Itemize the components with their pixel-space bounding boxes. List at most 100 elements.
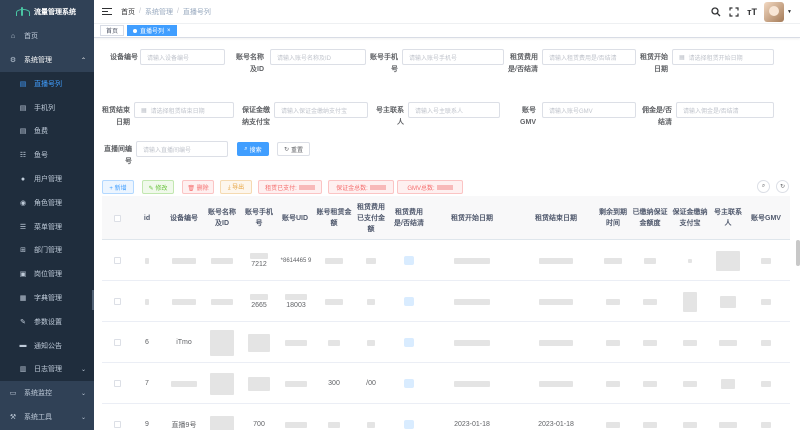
sidebar-item-tools[interactable]: ⚒ 系统工具 ⌄ — [0, 405, 94, 429]
header-actions: тT ▼ — [704, 2, 792, 22]
user-icon: ● — [20, 175, 26, 183]
tool-icon: ⚒ — [9, 414, 17, 422]
sidebar-item-roles[interactable]: ◉ 角色管理 — [0, 191, 94, 215]
status-tag — [404, 256, 414, 265]
main-content: 设备编号 请输入设备编号 账号名称及ID 请输入账号名称及ID 账号手机号 请输… — [94, 38, 800, 430]
table-row[interactable]: 9 直播9号 700 2023-01-18 2023-01-18 — [102, 404, 790, 430]
edit-icon: ✎ — [20, 318, 26, 326]
refresh-icon: ↻ — [283, 146, 289, 153]
hamburger-icon[interactable] — [102, 7, 112, 16]
field-deposit-alipay: 保证金缴纳支付宝 请输入保证金缴纳支付宝 — [238, 102, 368, 138]
search-icon[interactable] — [710, 6, 722, 18]
submenu-system: ▤ 直播号列 ▤ 手机列 ▤ 鱼费 ☷ 鱼号 ● 用户管理 ◉ 角色管理 ☰ 菜单管理 ⊞ 部门… — [0, 72, 94, 382]
owner-contact-input[interactable]: 请输入号主联系人 — [408, 102, 500, 118]
row-checkbox[interactable] — [102, 363, 132, 404]
sidebar-item-menus[interactable]: ☰ 菜单管理 — [0, 215, 94, 239]
field-live-room: 直播间编号 请输入直播间编号 — [94, 141, 234, 177]
calendar-icon: ▦ — [679, 54, 685, 61]
sidebar-item-live-accounts[interactable]: ▤ 直播号列 — [0, 72, 94, 96]
rent-settled-input[interactable]: 请输入租赁费用是/否结清 — [542, 49, 636, 65]
search-row-2: 租赁结束日期 ▦ 请选择租赁结束日期 保证金缴纳支付宝 请输入保证金缴纳支付宝 号… — [94, 102, 800, 138]
account-name-input[interactable]: 请输入账号名称及ID — [270, 49, 366, 65]
live-room-input[interactable]: 请输入直播间编号 — [136, 141, 228, 157]
sidebar-item-fish-account[interactable]: ☷ 鱼号 — [0, 143, 94, 167]
system-icon: ⚙ — [9, 57, 17, 64]
select-all-checkbox[interactable] — [102, 196, 132, 240]
sidebar-item-users[interactable]: ● 用户管理 — [0, 167, 94, 191]
status-tag — [404, 379, 414, 388]
table-row[interactable]: 6 iTmo — [102, 322, 790, 363]
rent-end-date-input[interactable]: ▦ 请选择租赁结束日期 — [134, 102, 234, 118]
chevron-down-icon: ⌄ — [80, 366, 86, 373]
font-size-icon[interactable]: тT — [746, 6, 758, 18]
sidebar-item-dict[interactable]: ▦ 字典管理 — [0, 286, 94, 310]
caret-down-icon[interactable]: ▼ — [787, 9, 792, 15]
sidebar-item-system[interactable]: ⚙ 系统管理 ⌃ — [0, 48, 94, 72]
delete-button[interactable]: 🗑 删除 — [182, 180, 214, 194]
sidebar-item-config[interactable]: ✎ 参数设置 — [0, 310, 94, 334]
home-icon: ⌂ — [10, 32, 16, 40]
row-checkbox[interactable] — [102, 322, 132, 363]
edit-button[interactable]: ✎ 修改 — [142, 180, 174, 194]
rent-start-date-input[interactable]: ▦ 请选择租赁开始日期 — [672, 49, 774, 65]
log-icon: ▥ — [19, 366, 27, 374]
avatar[interactable] — [764, 2, 785, 22]
sidebar-item-home[interactable]: ⌂ 首页 — [0, 24, 94, 48]
search-button[interactable]: ⌕ 搜索 — [237, 142, 269, 156]
tag-home[interactable]: 首页 — [100, 25, 125, 36]
row-checkbox[interactable] — [102, 240, 132, 281]
field-rent-settled: 租赁费用是/否结清 请输入租赁费用是/否结清 — [504, 49, 636, 85]
breadcrumb-home[interactable]: 首页 — [121, 7, 135, 17]
sidebar-item-fish-fee[interactable]: ▤ 鱼费 — [0, 120, 94, 144]
search-toggle-icon[interactable]: ⌕ — [757, 180, 770, 193]
list-icon: ☷ — [19, 152, 27, 160]
table-row[interactable]: 7 300 /00 — [102, 363, 790, 404]
gmv-total-badge: GMV总数: — [397, 180, 463, 194]
field-device-no: 设备编号 请输入设备编号 — [94, 49, 225, 85]
tag-live-accounts[interactable]: 直播号列 × — [127, 25, 177, 36]
monitor-icon: ▭ — [9, 390, 17, 398]
sidebar-item-monitor[interactable]: ▭ 系统监控 ⌄ — [0, 381, 94, 405]
navbar: 首页 / 系统管理 / 直播号列 тT ▼ — [94, 0, 800, 24]
rent-paid-badge: 租赁已支付: — [258, 180, 322, 194]
app-title: 流量管理系统 — [34, 9, 76, 16]
field-gmv: 账号GMV 请输入账号GMV — [504, 102, 636, 138]
sidebar-item-logs[interactable]: ▥ 日志管理 ⌄ — [0, 358, 94, 382]
fullscreen-icon[interactable] — [728, 6, 740, 18]
account-phone-input[interactable]: 请输入账号手机号 — [402, 49, 504, 65]
search-row-1: 设备编号 请输入设备编号 账号名称及ID 请输入账号名称及ID 账号手机号 请输… — [94, 49, 800, 85]
close-icon[interactable]: × — [167, 28, 171, 34]
refresh-icon[interactable]: ↻ — [776, 180, 789, 193]
data-table: id 设备编号 账号名称及ID 账号手机号 账号UID 账号租赁金额 租赁费用已… — [102, 196, 790, 430]
dict-icon: ▦ — [19, 295, 27, 303]
row-checkbox[interactable] — [102, 404, 132, 430]
sidebar-item-phones[interactable]: ▤ 手机列 — [0, 96, 94, 120]
search-icon: ⌕ — [244, 145, 248, 152]
table-row[interactable]: 2665 18003 — [102, 281, 790, 322]
device-no-input[interactable]: 请输入设备编号 — [140, 49, 225, 65]
sidebar-item-depts[interactable]: ⊞ 部门管理 — [0, 239, 94, 263]
menu-icon: ☰ — [19, 223, 27, 231]
commission-settled-input[interactable]: 请输入佣金是/否结清 — [676, 102, 774, 118]
table-row[interactable]: 7212 *8614465 9 — [102, 240, 790, 281]
active-dot-icon — [133, 28, 138, 33]
row-checkbox[interactable] — [102, 281, 132, 322]
add-button[interactable]: + 新增 — [102, 180, 134, 194]
sidebar-item-posts[interactable]: ▣ 岗位管理 — [0, 262, 94, 286]
field-account-phone: 账号手机号 请输入账号手机号 — [368, 49, 504, 85]
gmv-input[interactable]: 请输入账号GMV — [542, 102, 636, 118]
sidebar-item-notice[interactable]: ▬ 通知公告 — [0, 334, 94, 358]
deposit-alipay-input[interactable]: 请输入保证金缴纳支付宝 — [274, 102, 368, 118]
tags-view: 首页 直播号列 × — [94, 24, 800, 38]
message-icon: ▬ — [19, 342, 27, 350]
export-button[interactable]: ⤓ 导出 — [220, 180, 252, 194]
brand: 流量管理系统 — [0, 0, 94, 24]
reset-button[interactable]: ↻ 重置 — [277, 142, 310, 156]
table-header: id 设备编号 账号名称及ID 账号手机号 账号UID 账号租赁金额 租赁费用已… — [102, 196, 790, 240]
breadcrumb-current: 直播号列 — [182, 8, 211, 16]
search-row-3: 直播间编号 请输入直播间编号 ⌕ 搜索 ↻ 重置 — [94, 141, 800, 177]
field-rent-end: 租赁结束日期 ▦ 请选择租赁结束日期 — [94, 102, 234, 138]
vertical-scrollbar[interactable] — [796, 240, 800, 266]
field-owner-contact: 号主联系人 请输入号主联系人 — [370, 102, 500, 138]
role-icon: ◉ — [19, 199, 27, 207]
